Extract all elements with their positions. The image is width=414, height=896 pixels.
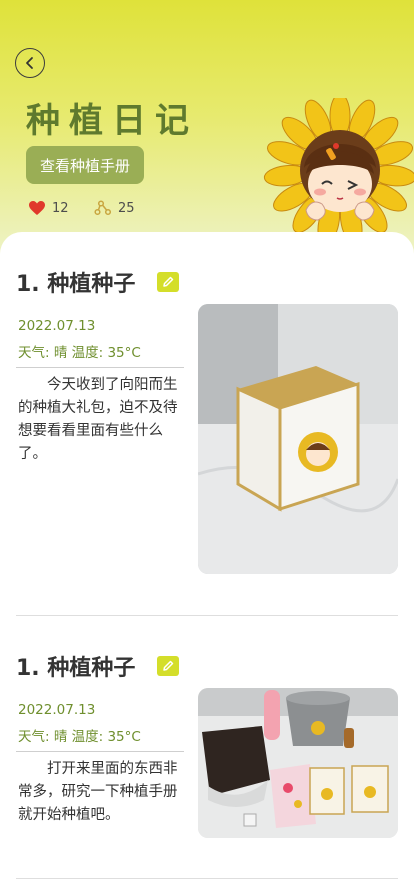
- back-arrow-icon: [26, 57, 33, 69]
- entry-text: 打开来里面的东西非常多，研究一下种植手册就开始种植吧。: [18, 761, 178, 823]
- entry-divider: [16, 751, 184, 752]
- like-count[interactable]: 12: [28, 200, 69, 216]
- entry-separator: [16, 615, 398, 616]
- like-count-value: 12: [52, 200, 69, 216]
- entry-title: 1. 种植种子: [16, 656, 136, 681]
- entry-text: 今天收到了向阳而生的种植大礼包，迫不及待想要看看里面有些什么了。: [18, 377, 178, 462]
- entry-photo-gift-box[interactable]: [198, 304, 398, 574]
- share-count[interactable]: 25: [94, 200, 135, 216]
- share-icon: [94, 200, 112, 216]
- entry-date: 2022.07.13: [18, 318, 96, 334]
- page-title: 种植日记: [26, 101, 198, 141]
- entry-divider: [16, 367, 184, 368]
- view-manual-button[interactable]: 查看种植手册: [26, 146, 144, 184]
- entry-weather: 天气: 晴 温度: 35°C: [18, 729, 141, 745]
- entry-header: 1. 种植种子: [16, 266, 180, 298]
- edit-pencil-icon[interactable]: [157, 656, 180, 676]
- edit-pencil-icon[interactable]: [157, 272, 180, 292]
- entry-title: 1. 种植种子: [16, 272, 136, 297]
- entry-photo-kit-contents[interactable]: [198, 688, 398, 838]
- entry-weather: 天气: 晴 温度: 35°C: [18, 345, 141, 361]
- entry-date: 2022.07.13: [18, 702, 96, 718]
- entry-separator: [16, 878, 398, 879]
- entry-header: 1. 种植种子: [16, 650, 180, 682]
- header: 种植日记 查看种植手册 12 25: [0, 0, 414, 260]
- heart-icon: [29, 201, 45, 215]
- diary-sheet: 1. 种植种子 2022.07.13 天气: 晴 温度: 35°C 今天收到了向…: [0, 232, 414, 896]
- sunflower-mascot: [263, 98, 414, 238]
- share-count-value: 25: [118, 200, 135, 216]
- back-button[interactable]: [15, 48, 45, 78]
